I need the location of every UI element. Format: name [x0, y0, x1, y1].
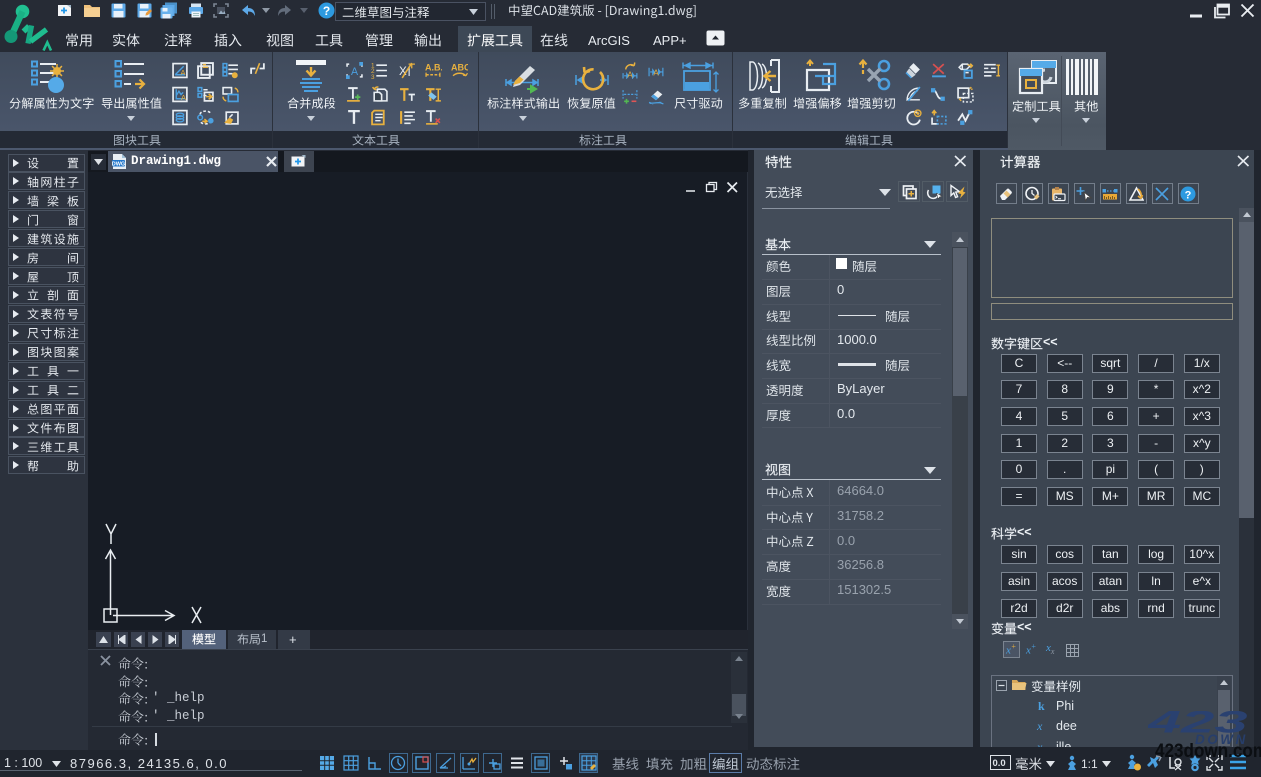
svg-text:?: ? [323, 4, 330, 18]
svg-text:A: A [181, 68, 186, 77]
svg-text:A: A [181, 93, 186, 102]
svg-text:A: A [627, 70, 633, 79]
svg-text:?: ? [1185, 189, 1192, 201]
svg-text:ABC: ABC [451, 63, 468, 73]
svg-text:3: 3 [371, 74, 375, 79]
svg-text:A: A [351, 66, 359, 78]
svg-text:A: A [653, 69, 659, 78]
svg-text:DWG: DWG [112, 161, 125, 167]
svg-text:A.B.C: A.B.C [425, 63, 442, 73]
